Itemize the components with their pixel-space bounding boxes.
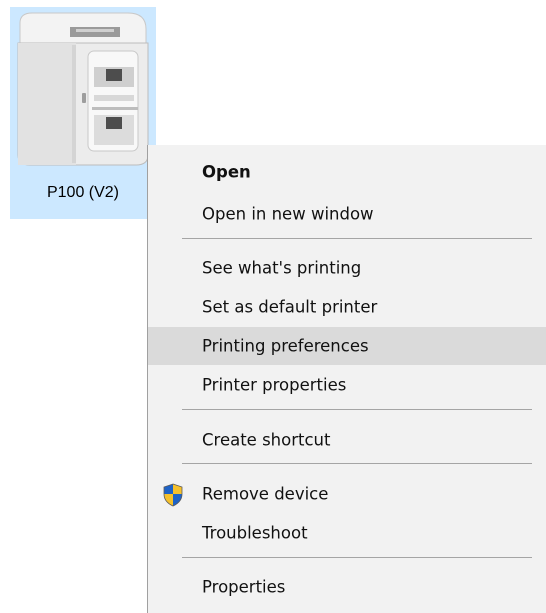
menu-item-label: See what's printing: [202, 258, 362, 278]
menu-item-remove-device[interactable]: Remove device: [148, 475, 546, 513]
menu-item-label: Create shortcut: [202, 430, 331, 450]
menu-item-label: Printer properties: [202, 375, 347, 395]
menu-item-label: Remove device: [202, 484, 329, 504]
device-label: P100 (V2): [46, 184, 120, 201]
menu-item-printing-preferences[interactable]: Printing preferences: [148, 327, 546, 365]
menu-separator: [182, 557, 532, 558]
menu-item-label: Properties: [202, 577, 286, 597]
menu-item-open[interactable]: Open: [148, 153, 546, 191]
card-printer-icon: [17, 12, 149, 166]
menu-item-label: Set as default printer: [202, 297, 378, 317]
menu-item-printer-properties[interactable]: Printer properties: [148, 366, 546, 404]
printer-device-tile[interactable]: P100 (V2): [10, 7, 156, 219]
menu-item-properties[interactable]: Properties: [148, 568, 546, 606]
menu-item-label: Open in new window: [202, 204, 374, 224]
menu-item-troubleshoot[interactable]: Troubleshoot: [148, 514, 546, 552]
uac-shield-icon: [163, 483, 183, 507]
menu-item-set-default-printer[interactable]: Set as default printer: [148, 288, 546, 326]
context-menu: Open Open in new window See what's print…: [147, 145, 546, 613]
menu-item-label: Troubleshoot: [202, 523, 308, 543]
menu-item-open-new-window[interactable]: Open in new window: [148, 195, 546, 233]
menu-separator: [182, 238, 532, 239]
menu-separator: [182, 409, 532, 410]
menu-item-see-whats-printing[interactable]: See what's printing: [148, 249, 546, 287]
menu-item-create-shortcut[interactable]: Create shortcut: [148, 421, 546, 459]
menu-separator: [182, 463, 532, 464]
menu-item-label: Printing preferences: [202, 336, 369, 356]
menu-item-label: Open: [202, 162, 251, 182]
